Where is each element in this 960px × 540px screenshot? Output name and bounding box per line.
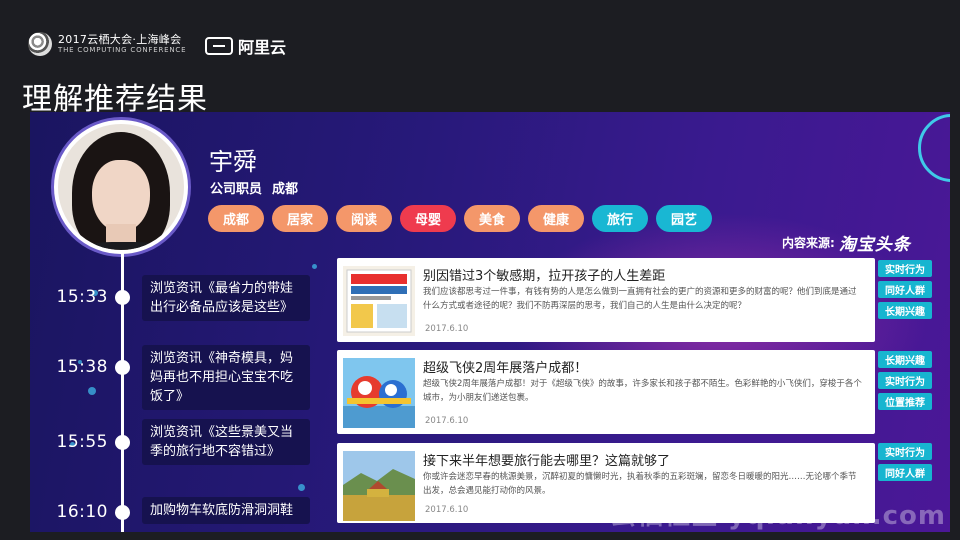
tag-travel[interactable]: 旅行 <box>592 205 648 232</box>
card-description: 超级飞侠2周年展落户成都！对于《超级飞侠》的故事，许多家长和孩子都不陌生。色彩鲜… <box>423 379 862 403</box>
badge-similar-users: 同好人群 <box>878 281 932 298</box>
timeline-action[interactable]: 浏览资讯《最省力的带娃出行必备品应该是这些》 <box>142 275 310 321</box>
article-card[interactable]: 别因错过3个敏感期，拉开孩子的人生差距 我们应该都思考过一件事，有钱有势的人是怎… <box>337 258 875 342</box>
card-badges: 实时行为 同好人群 长期兴趣 <box>878 260 932 319</box>
user-meta: 公司职员 成都 <box>210 178 298 197</box>
tag-city[interactable]: 成都 <box>208 205 264 232</box>
timeline-item: 15:33 浏览资讯《最省力的带娃出行必备品应该是这些》 <box>30 275 330 335</box>
conference-logo: 2017云栖大会·上海峰会 THE COMPUTING CONFERENCE <box>28 32 186 56</box>
card-date: 2017.6.10 <box>425 505 469 515</box>
timeline-item: 15:38 浏览资讯《神奇模具，妈妈再也不用担心宝宝不吃饭了》 <box>30 345 330 410</box>
timeline-dot <box>115 360 130 375</box>
timeline-time: 15:55 <box>56 432 108 452</box>
badge-long-term: 长期兴趣 <box>878 351 932 368</box>
cartoon-planes-image <box>343 358 415 428</box>
timeline-dot <box>115 505 130 520</box>
badge-realtime: 实时行为 <box>878 443 932 460</box>
recommendation-panel: 宇舜 公司职员 成都 成都 居家 阅读 母婴 美食 健康 旅行 园艺 内容来源:… <box>30 112 950 532</box>
badge-long-term: 长期兴趣 <box>878 302 932 319</box>
aliyun-brand: 阿里云 <box>238 38 287 57</box>
content-source-brand: 淘宝头条 <box>838 235 911 255</box>
user-occupation: 公司职员 <box>210 182 263 197</box>
tag-maternal[interactable]: 母婴 <box>400 205 456 232</box>
timeline-action[interactable]: 浏览资讯《这些景美又当季的旅行地不容错过》 <box>142 419 310 465</box>
tag-reading[interactable]: 阅读 <box>336 205 392 232</box>
watermark: 云栖社区 yq.aliyun.com <box>609 501 946 531</box>
aliyun-bracket-icon <box>205 37 233 55</box>
badge-location: 位置推荐 <box>878 393 932 410</box>
timeline-dot <box>115 290 130 305</box>
avatar <box>54 120 188 254</box>
decor-dot <box>298 484 305 491</box>
user-name: 宇舜 <box>209 148 257 176</box>
timeline-action[interactable]: 浏览资讯《神奇模具，妈妈再也不用担心宝宝不吃饭了》 <box>142 345 310 410</box>
landscape-image <box>343 451 415 521</box>
card-badges: 实时行为 同好人群 <box>878 443 932 481</box>
timeline-item: 16:10 加购物车软底防滑洞洞鞋 <box>30 497 330 532</box>
tag-gardening[interactable]: 园艺 <box>656 205 712 232</box>
timeline-item: 15:55 浏览资讯《这些景美又当季的旅行地不容错过》 <box>30 419 330 479</box>
interest-tags: 成都 居家 阅读 母婴 美食 健康 旅行 园艺 <box>208 205 712 232</box>
tag-food[interactable]: 美食 <box>464 205 520 232</box>
article-card[interactable]: 超级飞侠2周年展落户成都！ 超级飞侠2周年展落户成都！对于《超级飞侠》的故事，许… <box>337 350 875 434</box>
card-date: 2017.6.10 <box>425 324 469 334</box>
timeline-dot <box>115 435 130 450</box>
timeline-time: 16:10 <box>56 502 108 522</box>
badge-realtime: 实时行为 <box>878 260 932 277</box>
card-description: 你或许会迷恋早春的桃源美景，沉醉初夏的慵懒时光，执着秋季的五彩斑斓，留恋冬日暖暖… <box>423 472 857 496</box>
user-city: 成都 <box>272 182 299 197</box>
card-badges: 长期兴趣 实时行为 位置推荐 <box>878 351 932 410</box>
slide: 2017云栖大会·上海峰会 THE COMPUTING CONFERENCE 阿… <box>0 0 960 540</box>
event-subtitle: THE COMPUTING CONFERENCE <box>58 45 187 54</box>
badge-similar-users: 同好人群 <box>878 464 932 481</box>
tag-home[interactable]: 居家 <box>272 205 328 232</box>
card-date: 2017.6.10 <box>425 416 469 426</box>
card-description: 我们应该都思考过一件事，有钱有势的人是怎么做到一直拥有社会的更广的资源和更多的财… <box>423 287 857 311</box>
book-cover-image <box>343 266 415 336</box>
timeline-time: 15:38 <box>56 357 108 377</box>
card-title: 别因错过3个敏感期，拉开孩子的人生差距 <box>423 269 666 284</box>
content-source-label: 内容来源: <box>782 236 835 250</box>
decor-dot <box>312 264 317 269</box>
aliyun-logo: 阿里云 <box>205 34 286 58</box>
content-source: 内容来源: 淘宝头条 <box>782 230 911 255</box>
card-title: 超级飞侠2周年展落户成都！ <box>423 361 588 376</box>
timeline-time: 15:33 <box>56 287 108 307</box>
card-title: 接下来半年想要旅行能去哪里？这篇就够了 <box>423 454 671 469</box>
tag-health[interactable]: 健康 <box>528 205 584 232</box>
decor-ring <box>918 114 950 182</box>
badge-realtime: 实时行为 <box>878 372 932 389</box>
timeline-action[interactable]: 加购物车软底防滑洞洞鞋 <box>142 497 310 524</box>
event-name: 2017云栖大会·上海峰会 <box>58 32 182 46</box>
conference-globe-icon <box>28 32 52 56</box>
